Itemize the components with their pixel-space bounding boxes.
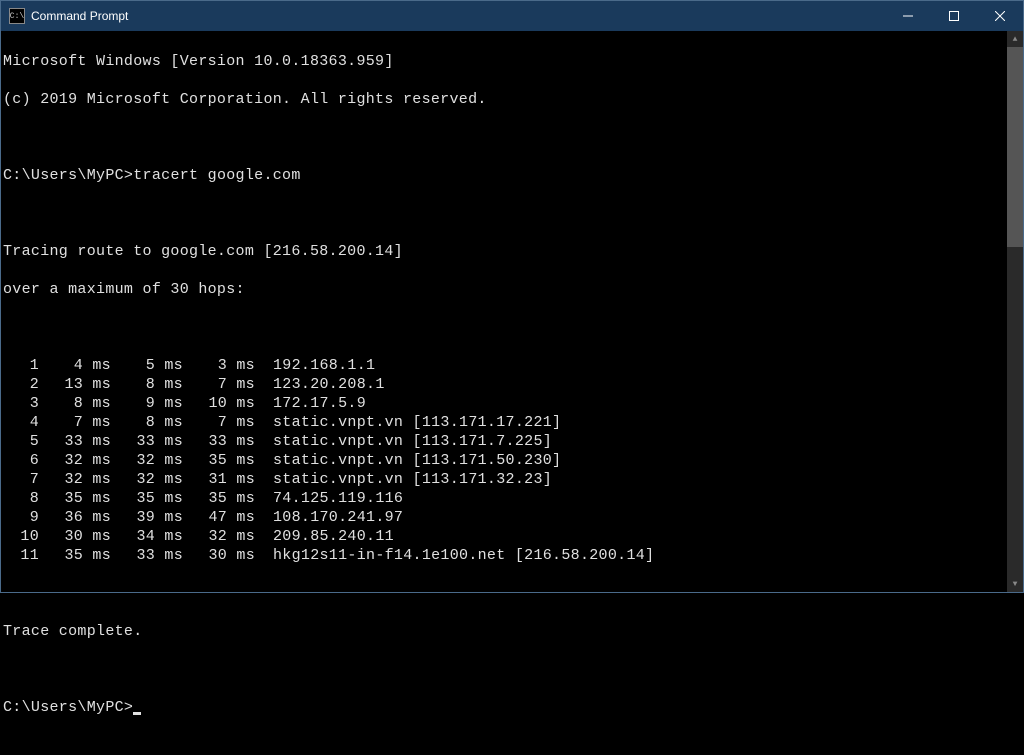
hop-time-3: 32 ms [183,527,255,546]
hop-time-3: 31 ms [183,470,255,489]
hop-time-3: 30 ms [183,546,255,565]
hop-time-2: 39 ms [111,508,183,527]
hop-time-1: 32 ms [39,451,111,470]
trace-footer: Trace complete. [3,622,1007,641]
hop-time-2: 35 ms [111,489,183,508]
hop-host: 192.168.1.1 [255,356,375,375]
hop-number: 1 [3,356,39,375]
hop-host: 123.20.208.1 [255,375,385,394]
hops-list: 14 ms5 ms3 ms192.168.1.1213 ms8 ms7 ms12… [3,356,1007,565]
header-line: Microsoft Windows [Version 10.0.18363.95… [3,52,1007,71]
hop-number: 10 [3,527,39,546]
hop-time-3: 35 ms [183,489,255,508]
hop-time-2: 9 ms [111,394,183,413]
hop-time-2: 5 ms [111,356,183,375]
hop-row: 1030 ms34 ms32 ms209.85.240.11 [3,527,1007,546]
hop-row: 936 ms39 ms47 ms108.170.241.97 [3,508,1007,527]
scrollbar-up-arrow[interactable]: ▲ [1007,31,1023,47]
hop-row: 732 ms32 ms31 msstatic.vnpt.vn [113.171.… [3,470,1007,489]
hop-number: 7 [3,470,39,489]
window-title: Command Prompt [31,9,885,23]
hop-time-3: 7 ms [183,375,255,394]
hop-host: 108.170.241.97 [255,508,403,527]
hop-time-1: 13 ms [39,375,111,394]
hop-time-1: 4 ms [39,356,111,375]
hop-time-2: 8 ms [111,375,183,394]
hop-host: static.vnpt.vn [113.171.32.23] [255,470,552,489]
hop-row: 14 ms5 ms3 ms192.168.1.1 [3,356,1007,375]
hop-time-2: 32 ms [111,451,183,470]
header-line: (c) 2019 Microsoft Corporation. All righ… [3,90,1007,109]
minimize-button[interactable] [885,1,931,31]
hop-host: static.vnpt.vn [113.171.7.225] [255,432,552,451]
cmd-icon: C:\ [9,8,25,24]
hop-row: 835 ms35 ms35 ms74.125.119.116 [3,489,1007,508]
hop-host: hkg12s11-in-f14.1e100.net [216.58.200.14… [255,546,654,565]
hop-host: 172.17.5.9 [255,394,366,413]
hop-time-1: 33 ms [39,432,111,451]
hop-time-1: 35 ms [39,546,111,565]
hop-time-2: 32 ms [111,470,183,489]
prompt-line: C:\Users\MyPC> [3,698,1007,717]
hop-time-1: 8 ms [39,394,111,413]
hop-row: 47 ms8 ms7 msstatic.vnpt.vn [113.171.17.… [3,413,1007,432]
hop-number: 9 [3,508,39,527]
hop-time-3: 7 ms [183,413,255,432]
blank-line [3,128,1007,147]
hop-row: 533 ms33 ms33 msstatic.vnpt.vn [113.171.… [3,432,1007,451]
hop-time-2: 34 ms [111,527,183,546]
hop-time-3: 10 ms [183,394,255,413]
hop-time-2: 8 ms [111,413,183,432]
scrollbar-thumb[interactable] [1007,47,1023,247]
hop-row: 632 ms32 ms35 msstatic.vnpt.vn [113.171.… [3,451,1007,470]
trace-header: over a maximum of 30 hops: [3,280,1007,299]
cursor [133,712,141,715]
prompt-line: C:\Users\MyPC>tracert google.com [3,166,1007,185]
hop-number: 3 [3,394,39,413]
hop-time-1: 35 ms [39,489,111,508]
hop-number: 5 [3,432,39,451]
hop-time-2: 33 ms [111,546,183,565]
hop-host: 74.125.119.116 [255,489,403,508]
hop-row: 213 ms8 ms7 ms123.20.208.1 [3,375,1007,394]
prompt-path: C:\Users\MyPC> [3,699,133,716]
blank-line [3,204,1007,223]
blank-line [3,584,1007,603]
hop-number: 4 [3,413,39,432]
hop-number: 8 [3,489,39,508]
maximize-button[interactable] [931,1,977,31]
terminal-area: Microsoft Windows [Version 10.0.18363.95… [1,31,1023,592]
hop-number: 6 [3,451,39,470]
hop-row: 38 ms9 ms10 ms172.17.5.9 [3,394,1007,413]
hop-time-1: 36 ms [39,508,111,527]
hop-time-1: 30 ms [39,527,111,546]
blank-line [3,660,1007,679]
hop-number: 11 [3,546,39,565]
hop-time-2: 33 ms [111,432,183,451]
hop-time-3: 33 ms [183,432,255,451]
scrollbar-down-arrow[interactable]: ▼ [1007,576,1023,592]
command-text: tracert google.com [133,167,300,184]
hop-number: 2 [3,375,39,394]
hop-time-3: 3 ms [183,356,255,375]
hop-time-3: 35 ms [183,451,255,470]
hop-time-1: 32 ms [39,470,111,489]
hop-host: static.vnpt.vn [113.171.17.221] [255,413,561,432]
hop-time-3: 47 ms [183,508,255,527]
window-controls [885,1,1023,31]
prompt-path: C:\Users\MyPC> [3,167,133,184]
hop-host: 209.85.240.11 [255,527,394,546]
hop-time-1: 7 ms [39,413,111,432]
blank-line [3,318,1007,337]
trace-header: Tracing route to google.com [216.58.200.… [3,242,1007,261]
terminal-content[interactable]: Microsoft Windows [Version 10.0.18363.95… [1,31,1007,592]
scrollbar[interactable]: ▲ ▼ [1007,31,1023,592]
close-button[interactable] [977,1,1023,31]
hop-row: 1135 ms33 ms30 mshkg12s11-in-f14.1e100.n… [3,546,1007,565]
titlebar: C:\ Command Prompt [1,1,1023,31]
hop-host: static.vnpt.vn [113.171.50.230] [255,451,561,470]
